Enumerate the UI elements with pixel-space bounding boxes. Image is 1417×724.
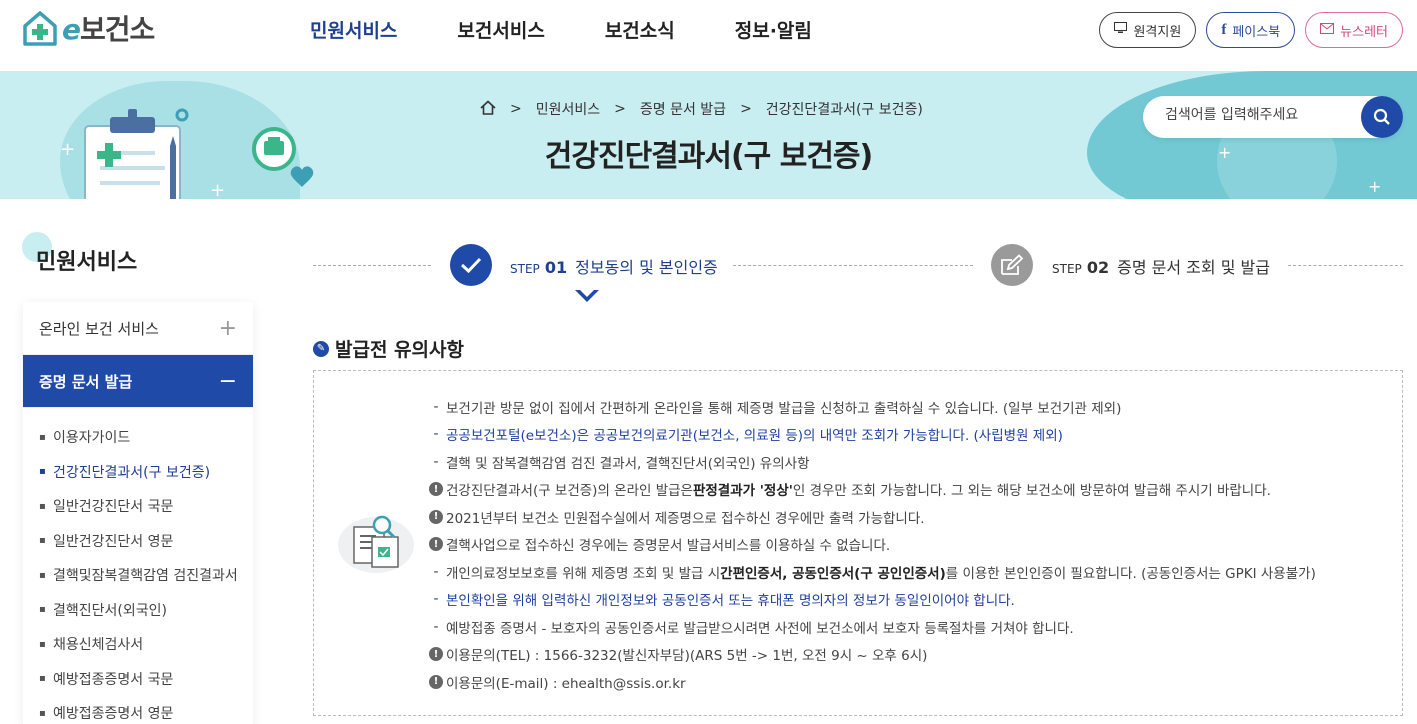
house-cross-icon	[23, 11, 57, 46]
sidebar-sub-list: ▪ 이용자가이드 ▪ 건강진단결과서(구 보건증) ▪ 일반건강진단서 국문 ▪ 일반건…	[23, 408, 253, 724]
notice-item: - 예방접종 증명서 - 보호자의 공동인증서로 발급받으시려면 사전에 보건소에…	[433, 618, 1074, 637]
nav-health-service[interactable]: 보건서비스	[427, 16, 574, 43]
breadcrumb-item[interactable]: 증명 문서 발급	[640, 99, 726, 119]
sidebar-sub-item[interactable]: ▪ 일반건강진단서 국문	[39, 489, 253, 524]
page-banner: + + > 민원서비스 > 증명 문서 발급 > 건강진단결과서(구 보건증) …	[0, 71, 1417, 199]
search-icon	[1373, 108, 1390, 125]
mail-icon	[1320, 22, 1335, 38]
sidebar-sub-item[interactable]: ▪ 결핵및잠복결핵감염 검진결과서	[39, 558, 253, 593]
breadcrumb: > 민원서비스 > 증명 문서 발급 > 건강진단결과서(구 보건증)	[480, 99, 923, 119]
search-button[interactable]	[1361, 96, 1403, 138]
svg-text:+: +	[210, 180, 225, 199]
minus-icon: −	[218, 368, 237, 394]
newsletter-button[interactable]: 뉴스레터	[1305, 12, 1403, 48]
sidebar-menu: 온라인 보건 서비스 + 증명 문서 발급 − ▪ 이용자가이드 ▪ 건강진단결과서…	[23, 302, 253, 724]
step-1: STEP 01 정보동의 및 본인인증	[510, 258, 718, 277]
notice-item: - 개인의료정보보호를 위해 제증명 조회 및 발급 시 간편인증서, 공동인증서…	[433, 563, 1316, 582]
facebook-button[interactable]: f 페이스북	[1206, 12, 1296, 48]
facebook-icon: f	[1221, 21, 1227, 38]
sidebar-sub-item-active[interactable]: ▪ 건강진단결과서(구 보건증)	[39, 455, 253, 490]
sidebar-sub-item[interactable]: ▪ 일반건강진단서 영문	[39, 524, 253, 559]
warning-icon: !	[426, 482, 446, 497]
document-search-icon	[338, 515, 414, 573]
warning-icon: !	[426, 537, 446, 552]
breadcrumb-item[interactable]: 민원서비스	[536, 99, 600, 119]
notice-item: ! 결핵사업으로 접수하신 경우에는 증명문서 발급서비스를 이용하실 수 없습니…	[426, 531, 1316, 559]
sparkle-icon: +	[1368, 177, 1382, 196]
notice-item: ! 이용문의(E-mail) : ehealth@ssis.or.kr	[426, 668, 1316, 696]
search-box	[1143, 96, 1403, 138]
notice-item: ! 이용문의(TEL) : 1566-3232(발신자부담)(ARS 5번 -> …	[426, 641, 1316, 669]
sidebar-sub-item[interactable]: ▪ 예방접종증명서 영문	[39, 696, 253, 724]
utility-links: 원격지원 f 페이스북 뉴스레터	[1099, 12, 1403, 48]
notice-list: - 보건기관 방문 없이 집에서 간편하게 온라인을 통해 제증명 발급을 신청하…	[426, 393, 1316, 696]
warning-icon: !	[426, 647, 446, 662]
section-title: ✎ 발급전 유의사항	[313, 335, 464, 362]
nav-civil-service[interactable]: 민원서비스	[280, 16, 427, 43]
pencil-circle-icon: ✎	[313, 340, 329, 357]
sidebar-sub-item[interactable]: ▪ 예방접종증명서 국문	[39, 662, 253, 697]
step-pointer-icon	[575, 289, 599, 302]
sidebar-sub-item[interactable]: ▪ 채용신체검사서	[39, 627, 253, 662]
sidebar-sub-item[interactable]: ▪ 이용자가이드	[39, 420, 253, 455]
home-icon[interactable]	[480, 99, 496, 119]
sidebar-item-certificate[interactable]: 증명 문서 발급 −	[23, 355, 253, 408]
notice-item: ! 건강진단결과서(구 보건증)의 온라인 발급은 판정결과가 '정상' 인 경우만…	[426, 476, 1316, 504]
main-nav: 민원서비스 보건서비스 보건소식 정보·알림	[280, 16, 842, 43]
notice-item: - 보건기관 방문 없이 집에서 간편하게 온라인을 통해 제증명 발급을 신청하…	[433, 398, 1122, 417]
sparkle-icon: +	[1218, 143, 1232, 162]
sidebar-title: 민원서비스	[36, 250, 138, 275]
step-2: STEP 02 증명 문서 조회 및 발급	[1052, 258, 1270, 277]
header: e보건소 민원서비스 보건서비스 보건소식 정보·알림 원격지원 f 페이스북 …	[0, 0, 1417, 71]
step-indicator: STEP 01 정보동의 및 본인인증 STEP 02 증명 문서 조회 및 발급	[313, 240, 1403, 302]
remote-support-button[interactable]: 원격지원	[1099, 12, 1197, 48]
notice-box: - 보건기관 방문 없이 집에서 간편하게 온라인을 통해 제증명 발급을 신청하…	[313, 370, 1403, 716]
notice-item: ! 2021년부터 보건소 민원접수실에서 제증명으로 접수하신 경우에만 출력 …	[426, 503, 1316, 531]
notice-item: - 본인확인을 위해 입력하신 개인정보와 공동인증서 또는 휴대폰 명의자의 정…	[433, 591, 1015, 610]
search-input[interactable]	[1165, 107, 1355, 123]
notice-item: - 결핵 및 잠복결핵감염 검진 결과서, 결핵진단서(외국인) 유의사항	[433, 453, 810, 472]
sidebar-item-online-health[interactable]: 온라인 보건 서비스 +	[23, 302, 253, 355]
nav-health-news[interactable]: 보건소식	[575, 16, 705, 43]
site-logo[interactable]: e보건소	[22, 8, 155, 48]
breadcrumb-item[interactable]: 건강진단결과서(구 보건증)	[766, 99, 923, 119]
pencil-icon	[991, 244, 1033, 286]
warning-icon: !	[426, 509, 446, 524]
notice-item: - 공공보건포털(e보건소)은 공공보건의료기관(보건소, 의료원 등)의 내역만…	[433, 426, 1063, 445]
sidebar-sub-item[interactable]: ▪ 결핵진단서(외국인)	[39, 593, 253, 628]
check-icon	[450, 244, 492, 286]
warning-icon: !	[426, 674, 446, 689]
monitor-icon	[1114, 22, 1128, 38]
plus-icon: +	[218, 315, 237, 341]
nav-info-notice[interactable]: 정보·알림	[705, 16, 842, 43]
logo-text: e보건소	[62, 13, 155, 46]
